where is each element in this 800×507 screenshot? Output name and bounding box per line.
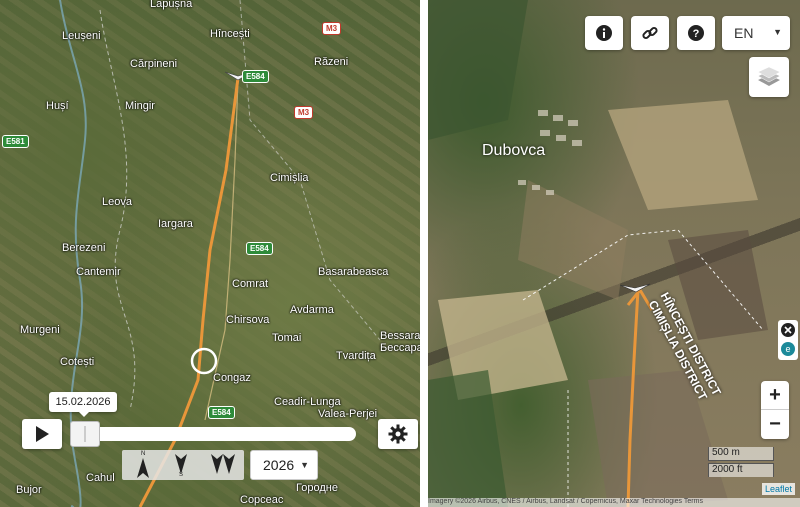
- compass-south-label: S: [179, 472, 184, 478]
- scale-bar-imperial: 2000 ft: [708, 463, 774, 477]
- info-button[interactable]: [585, 16, 623, 50]
- attribution-text: Imagery ©2026 Airbus, CNES / Airbus, Lan…: [428, 498, 683, 505]
- wind-direction-strip: N S: [122, 450, 244, 480]
- settings-button[interactable]: [378, 419, 418, 449]
- place-label: Cahul: [86, 472, 115, 484]
- position-marker: [190, 347, 218, 375]
- road-shield: E584: [242, 70, 269, 83]
- place-label: Basarabeasca: [318, 266, 389, 278]
- place-label: Cimișlia: [270, 172, 309, 184]
- layers-button[interactable]: [749, 57, 789, 97]
- place-label: Leușeni: [62, 30, 101, 42]
- play-icon: [36, 426, 49, 442]
- place-label: Chirsova: [226, 314, 270, 326]
- flight-track: [138, 77, 240, 507]
- place-label: Ceadir-Lunga: [274, 396, 341, 408]
- zoom-control: + −: [761, 381, 789, 439]
- layers-icon: [757, 66, 781, 86]
- terms-link[interactable]: Terms: [684, 498, 703, 505]
- compass-north-label: N: [141, 451, 146, 457]
- place-label: Congaz: [213, 372, 251, 384]
- aircraft-icon: [619, 283, 651, 293]
- road-shield: M3: [322, 22, 342, 35]
- chevron-down-icon: ▼: [300, 460, 309, 470]
- place-label: Hîncești: [210, 28, 250, 40]
- side-toolbar: e: [778, 320, 798, 360]
- leaflet-attribution-link[interactable]: Leaflet: [762, 483, 796, 495]
- timeline-track[interactable]: [70, 427, 356, 441]
- year-select[interactable]: 2026 ▼: [250, 450, 318, 480]
- overview-map[interactable]: Lapușna Hîncești Leușeni Cărpineni Răzen…: [0, 0, 420, 507]
- timeline-slider-handle[interactable]: [70, 421, 100, 447]
- share-link-button[interactable]: [631, 16, 669, 50]
- wind-arrow-icon: [223, 454, 235, 474]
- date-tooltip: 15.02.2026: [49, 392, 117, 417]
- place-label: Hușí: [46, 100, 69, 112]
- side-toolbar-icons: e: [781, 323, 795, 356]
- place-label: Berezeni: [62, 242, 106, 254]
- place-label: Răzeni: [314, 56, 349, 68]
- zoom-in-button[interactable]: +: [761, 381, 789, 410]
- place-label: Tvardița: [336, 350, 376, 362]
- place-label: Сорсеас: [240, 494, 284, 506]
- link-icon: [642, 26, 658, 40]
- language-select-value: EN: [734, 25, 754, 41]
- help-icon: ?: [688, 25, 704, 41]
- gear-icon: [388, 424, 408, 444]
- place-label: Avdarma: [290, 304, 334, 316]
- wind-arrow-icon: [175, 454, 187, 474]
- split-divider[interactable]: [420, 0, 428, 507]
- place-label: Comrat: [232, 278, 269, 290]
- road-shield: M3: [294, 106, 314, 119]
- svg-text:?: ?: [693, 28, 700, 40]
- play-button[interactable]: [22, 419, 62, 449]
- zoom-out-button[interactable]: −: [761, 410, 789, 439]
- app-root: Lapușna Hîncești Leușeni Cărpineni Răzen…: [0, 0, 800, 507]
- place-label: Murgeni: [20, 324, 60, 336]
- place-label: Leova: [102, 196, 132, 208]
- place-label: Бессараб: [380, 342, 420, 354]
- scale-bar-metric: 500 m: [708, 447, 774, 461]
- place-label: Tomai: [272, 332, 302, 344]
- year-select-value: 2026: [263, 457, 295, 473]
- place-label: Iargara: [158, 218, 193, 230]
- place-label: Valea-Perjei: [318, 408, 378, 420]
- info-icon: [596, 25, 612, 41]
- detail-map-overlay: [428, 0, 768, 507]
- language-select[interactable]: EN ▼: [722, 16, 790, 50]
- place-label: Bessarab: [380, 330, 420, 342]
- svg-text:e: e: [785, 344, 790, 354]
- place-label: Cărpineni: [130, 58, 178, 70]
- road-shield: E584: [246, 242, 273, 255]
- location-label: Dubovca: [482, 142, 546, 159]
- place-label: Mingir: [125, 100, 155, 112]
- road-shield: E581: [2, 135, 29, 148]
- detail-map[interactable]: Dubovca HÎNCEȘTI DISTRICT CIMIȘLIA DISTR…: [428, 0, 800, 507]
- place-label: Cotești: [60, 356, 95, 368]
- imagery-attribution: Imagery ©2026 Airbus, CNES / Airbus, Lan…: [428, 498, 800, 507]
- place-label: Bujor: [16, 484, 42, 496]
- north-arrow-icon: [137, 458, 149, 478]
- chevron-down-icon: ▼: [773, 27, 782, 37]
- place-label: Городне: [296, 482, 338, 494]
- help-button[interactable]: ?: [677, 16, 715, 50]
- road-shield: E584: [208, 406, 235, 419]
- place-label: Cantemir: [76, 266, 121, 278]
- place-label: Lapușna: [150, 0, 193, 10]
